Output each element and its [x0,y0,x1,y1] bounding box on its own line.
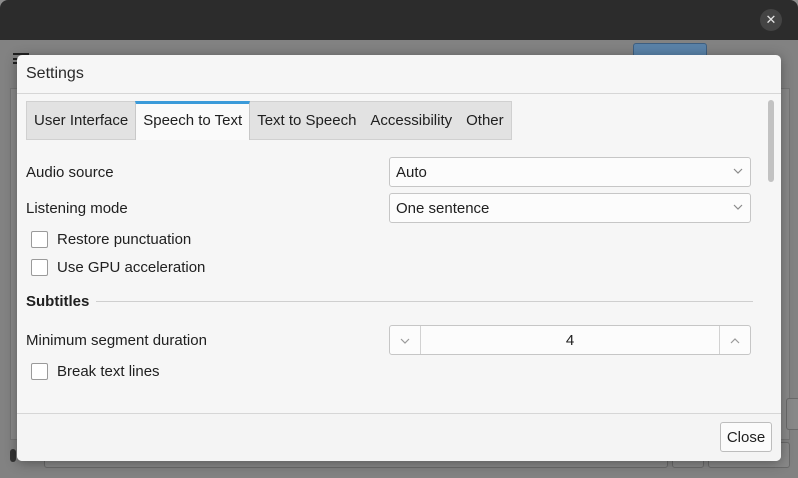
tab-text-to-speech[interactable]: Text to Speech [250,102,363,139]
tab-accessibility[interactable]: Accessibility [363,102,459,139]
tab-other[interactable]: Other [459,102,511,139]
spin-increment-button[interactable] [719,326,750,354]
dialog-header: Settings [17,55,781,94]
restore-punctuation-checkbox-row[interactable]: Restore punctuation [31,231,191,248]
app-side-button [786,398,798,430]
listening-mode-select[interactable]: One sentence [389,193,751,223]
min-segment-duration-value[interactable]: 4 [421,332,719,349]
dialog-footer: Close [17,413,781,461]
settings-dialog: Settings User Interface Speech to Text T… [17,55,781,461]
subtitles-section-title: Subtitles [26,293,90,310]
min-segment-duration-label: Minimum segment duration [26,332,207,349]
chevron-down-icon [733,166,743,175]
use-gpu-checkbox[interactable] [31,259,48,276]
listening-mode-label: Listening mode [26,200,128,217]
tab-user-interface[interactable]: User Interface [27,102,135,139]
audio-source-label: Audio source [26,164,114,181]
break-text-lines-checkbox[interactable] [31,363,48,380]
window-close-icon[interactable]: ✕ [760,9,782,31]
section-divider [96,301,753,302]
use-gpu-label: Use GPU acceleration [57,259,206,276]
min-segment-duration-spinbox[interactable]: 4 [389,325,751,355]
use-gpu-checkbox-row[interactable]: Use GPU acceleration [31,259,205,276]
restore-punctuation-checkbox[interactable] [31,231,48,248]
app-indicator [10,449,16,462]
close-button[interactable]: Close [720,422,772,452]
chevron-down-icon [733,202,743,211]
listening-mode-value: One sentence [396,200,490,217]
dialog-title: Settings [26,65,84,82]
restore-punctuation-label: Restore punctuation [57,231,192,248]
break-text-lines-label: Break text lines [57,363,160,380]
dialog-scrollbar[interactable] [762,94,781,413]
tab-speech-to-text[interactable]: Speech to Text [135,101,251,140]
scrollbar-thumb[interactable] [768,100,774,182]
break-text-lines-checkbox-row[interactable]: Break text lines [31,363,160,380]
settings-tabs: User Interface Speech to Text Text to Sp… [26,101,512,140]
audio-source-select[interactable]: Auto [389,157,751,187]
spin-decrement-button[interactable] [390,326,421,354]
dialog-content: User Interface Speech to Text Text to Sp… [17,94,781,413]
audio-source-value: Auto [396,164,427,181]
app-titlebar: ✕ [0,0,798,40]
